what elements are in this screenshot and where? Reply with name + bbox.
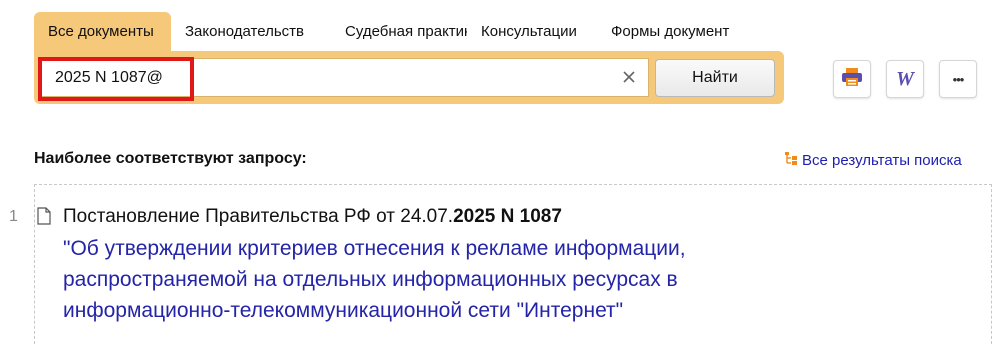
tab-court-practice[interactable]: Судебная практик	[307, 12, 467, 51]
tree-list-icon	[784, 151, 802, 169]
document-icon	[37, 207, 51, 230]
word-icon: W	[896, 67, 914, 90]
word-export-button[interactable]: W	[886, 60, 924, 98]
all-results-label[interactable]: Все результаты поиска	[802, 152, 962, 169]
close-icon[interactable]	[620, 68, 638, 86]
more-button[interactable]: •••	[939, 60, 977, 98]
find-button[interactable]: Найти	[655, 59, 775, 97]
result-title-prefix: Постановление Правительства РФ от 24.07.	[63, 206, 454, 227]
search-page: Все документы Законодательств Судебная п…	[0, 0, 997, 349]
result-number: 1	[9, 208, 18, 225]
print-button[interactable]	[833, 60, 871, 98]
result-title-number: 2025 N 1087	[453, 206, 562, 227]
more-icon: •••	[952, 71, 965, 87]
search-tabs: Все документы Законодательств Судебная п…	[34, 12, 747, 51]
tab-all-documents[interactable]: Все документы	[34, 12, 171, 51]
tab-consultations[interactable]: Консультации	[467, 12, 597, 51]
tab-document-forms[interactable]: Формы документ	[597, 12, 747, 51]
tab-legislation[interactable]: Законодательств	[171, 12, 307, 51]
all-results-link[interactable]: Все результаты поиска	[784, 151, 962, 169]
result-title: Постановление Правительства РФ от 24.07.…	[63, 206, 562, 228]
highlight-frame	[38, 57, 194, 101]
result-link[interactable]: "Об утверждении критериев отнесения к ре…	[63, 233, 823, 326]
results-title: Наиболее соответствуют запросу:	[34, 150, 307, 167]
printer-icon	[841, 67, 863, 92]
